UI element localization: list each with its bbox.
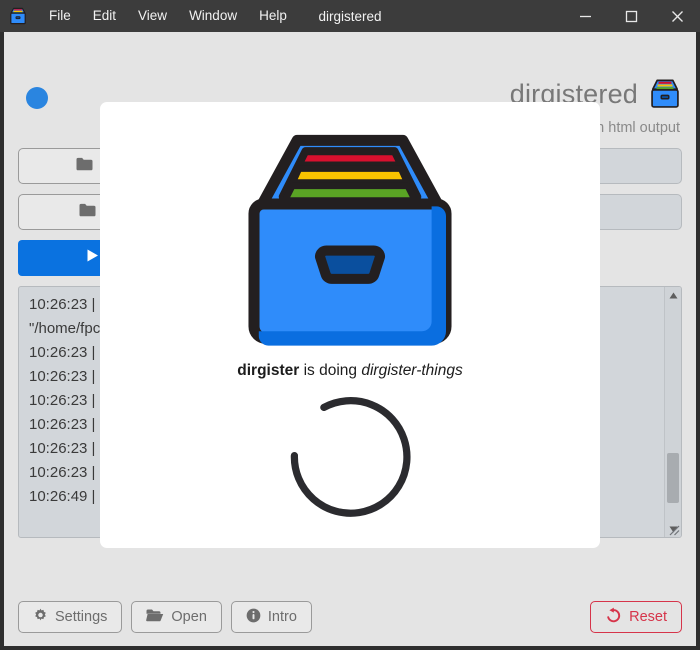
app-window: File Edit View Window Help dirgistered d… [0,0,700,650]
menu-bar: File Edit View Window Help [38,4,298,28]
modal-status-text: dirgister is doing dirgister-things [237,362,462,380]
open-button-label: Open [171,609,207,625]
file-drawer-icon [230,120,470,360]
app-header: dirgistered a simple multi-platform dire… [4,32,696,136]
main-content: dirgistered a simple multi-platform dire… [4,32,696,646]
reset-button[interactable]: Reset [590,601,682,633]
minimize-icon [579,15,591,17]
loading-spinner-icon [280,388,420,522]
intro-button-label: Intro [267,609,297,625]
gear-icon [33,608,48,627]
bottom-toolbar: Settings Open Intro Reset [4,588,696,646]
scroll-up-arrow-icon[interactable] [665,287,681,303]
settings-button-label: Settings [55,609,108,625]
info-icon [246,608,261,627]
menu-item-help[interactable]: Help [248,4,298,28]
menu-item-edit[interactable]: Edit [82,4,127,28]
modal-text-bold: dirgister [237,362,300,379]
minimize-button[interactable] [562,0,608,32]
file-drawer-icon [8,6,28,26]
title-bar: File Edit View Window Help dirgistered [0,0,700,32]
scrollbar-thumb[interactable] [667,453,679,503]
log-scrollbar[interactable] [664,287,681,537]
window-controls [562,0,700,32]
menu-item-window[interactable]: Window [178,4,248,28]
reset-button-label: Reset [629,609,667,625]
modal-text-italic: dirgister-things [361,362,463,379]
play-icon [85,248,100,268]
folder-icon [76,157,93,176]
menu-item-file[interactable]: File [38,4,82,28]
intro-button[interactable]: Intro [230,601,312,633]
undo-arrow-icon [605,607,622,627]
close-button[interactable] [654,0,700,32]
status-indicator-dot [26,87,48,109]
open-folder-icon [146,608,164,626]
busy-modal-dialog: dirgister is doing dirgister-things [100,102,600,548]
menu-item-view[interactable]: View [127,4,178,28]
maximize-icon [625,10,637,22]
scrollbar-track[interactable] [665,303,681,521]
file-drawer-icon [648,77,682,111]
folder-icon [79,203,96,222]
modal-text-middle: is doing [299,362,362,379]
maximize-button[interactable] [608,0,654,32]
settings-button[interactable]: Settings [18,601,123,633]
resize-grip-icon[interactable] [666,522,680,536]
close-icon [671,10,683,22]
open-button[interactable]: Open [131,601,222,633]
